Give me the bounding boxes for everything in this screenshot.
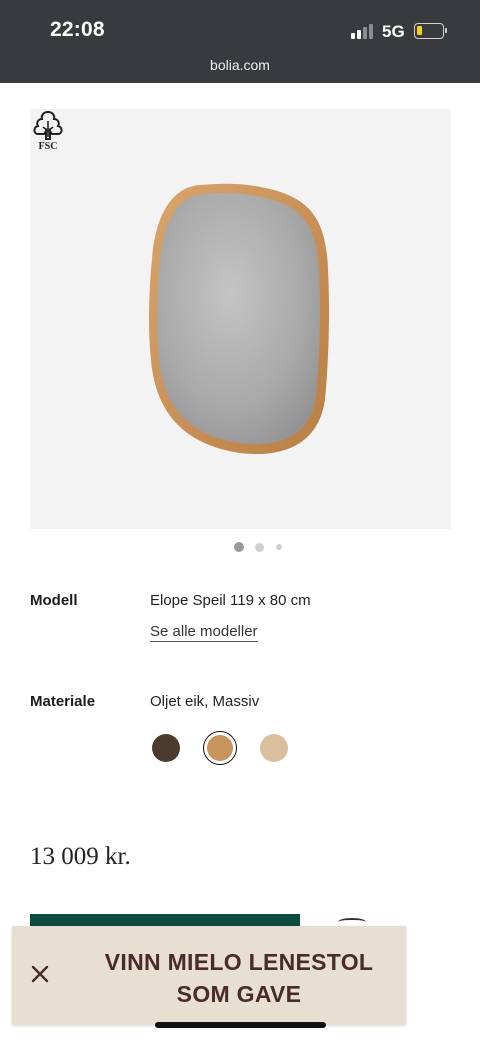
product-image[interactable]: FSC [30,109,451,529]
fsc-icon: FSC [33,110,63,151]
network-type: 5G [382,22,405,41]
home-indicator[interactable] [155,1022,326,1028]
swatch-light-oak[interactable] [260,734,288,762]
swatch-dark-oak[interactable] [152,734,180,762]
address-bar-url[interactable]: bolia.com [0,57,480,73]
favorite-icon[interactable] [338,918,366,926]
model-value: Elope Speil 119 x 80 cm [150,592,311,609]
status-bar: 22:08 5G bolia.com [0,0,480,83]
carousel-indicator [0,541,480,553]
clock: 22:08 [50,18,105,41]
price: 13 009 kr. [30,843,131,870]
carousel-dot[interactable] [255,543,264,552]
swatch-oiled-oak[interactable] [207,735,233,761]
signal-icon [351,24,375,39]
battery-level-fill [417,26,422,35]
material-value: Oljet eik, Massiv [150,693,260,710]
close-icon[interactable] [28,962,52,986]
battery-icon [414,23,447,39]
mirror-image [149,183,329,455]
fsc-label: FSC [39,141,58,151]
see-all-models-link[interactable]: Se alle modeller [150,623,258,642]
material-label: Materiale [30,693,96,710]
carousel-dot-active[interactable] [234,542,244,552]
carousel-dot[interactable] [276,544,282,550]
model-label: Modell [30,592,78,609]
promo-text[interactable]: VINN MIELO LENESTOL SOM GAVE [94,946,384,1010]
promo-banner[interactable]: VINN MIELO LENESTOL SOM GAVE [12,926,406,1025]
